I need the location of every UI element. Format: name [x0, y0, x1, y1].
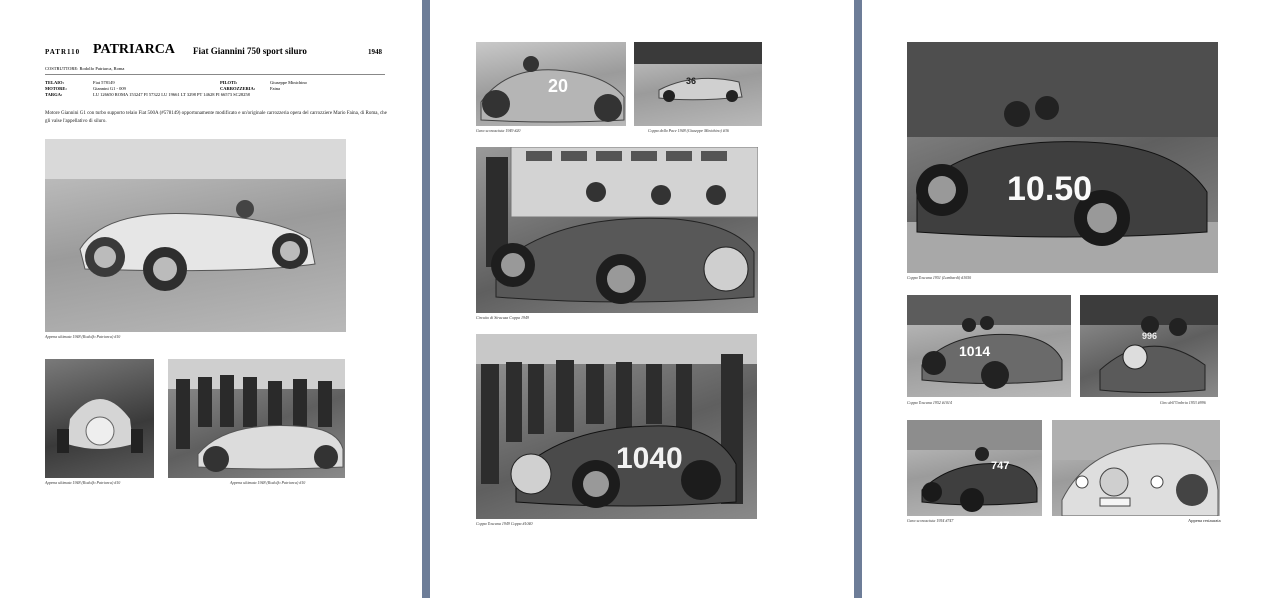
photo-caption: Appena restaurata [1188, 518, 1221, 523]
photo-caption: Gara sconosciuta 1954 #747 [907, 518, 954, 523]
spec-row-motore: MOTORE: Giannini G1 - 009 [45, 86, 126, 91]
photo-race-20: 20 [476, 42, 626, 126]
race-number: 36 [686, 76, 697, 86]
model-name: Fiat Giannini 750 sport siluro [193, 46, 307, 56]
photo-car-crowd [168, 359, 345, 478]
race-number: 20 [548, 76, 569, 96]
spec-row-targa: TARGA: LU 126650 ROMA 153247 FI 57322 LU … [45, 92, 250, 97]
document-page-1: PATR110 PATRIARCA Fiat Giannini 750 spor… [0, 0, 422, 598]
photo-caption: Circuito di Siracusa Coppa 1949 [476, 315, 529, 320]
description-text: Motore Giannini G1 con turbo supporto te… [45, 111, 387, 124]
photo-race-996: 996 [1080, 295, 1218, 397]
builder-line: COSTRUTTORE: Rodolfo Patriarca, Roma [45, 66, 125, 71]
record-code: PATR110 [45, 48, 81, 56]
photo-race-1014: 1014 [907, 295, 1071, 397]
spec-row-piloti: PILOTI: Giuseppe Minichino [220, 80, 307, 85]
photo-caption: Appena ultimata 1948 (Rodolfo Patriarca)… [230, 480, 306, 485]
race-number: 1040 [616, 442, 683, 475]
photo-race-1050: 10.50 [907, 42, 1218, 273]
document-page-2: 20 Gara sconosciuta 1949 #20 36 Coppa de… [430, 0, 854, 598]
header-divider [45, 74, 385, 75]
race-number: 1014 [959, 343, 991, 359]
photo-restored-car [1052, 420, 1220, 516]
photo-caption: Gara sconosciuta 1949 #20 [476, 128, 521, 133]
photo-race-36: 36 [634, 42, 762, 126]
model-year: 1948 [368, 48, 382, 56]
document-page-3: 10.50 Coppa Toscana 1951 (Lombardi) #105… [862, 0, 1283, 598]
race-number: 10.50 [1007, 170, 1093, 208]
photo-caption: Giro dell'Umbria 1953 #996 [1160, 400, 1206, 405]
race-number: 996 [1142, 331, 1158, 341]
photo-car-front [45, 359, 154, 478]
spec-row-carrozzeria: CARROZZERIA: Faina [220, 86, 280, 91]
photo-car-bus [476, 147, 758, 313]
photo-caption: Coppa Toscana 1952 #1014 [907, 400, 952, 405]
photo-race-747: 747 [907, 420, 1042, 516]
photo-caption: Appena ultimata 1948 (Rodolfo Patriarca)… [45, 480, 121, 485]
photo-race-1040: 1040 [476, 334, 757, 519]
photo-caption: Coppa della Pace 1948 (Giuseppe Minichin… [648, 128, 729, 133]
photo-caption: Coppa Toscana 1949 Coppa #1040 [476, 521, 533, 526]
photo-caption: Coppa Toscana 1951 (Lombardi) #1050 [907, 275, 972, 280]
race-number: 747 [991, 460, 1010, 472]
spec-row-telaio: TELAIO: Fiat 578149 [45, 80, 115, 85]
photo-car-side [45, 139, 346, 332]
photo-caption: Appena ultimata 1948 (Rodolfo Patriarca)… [45, 334, 121, 339]
maker-name: PATRIARCA [93, 42, 175, 57]
